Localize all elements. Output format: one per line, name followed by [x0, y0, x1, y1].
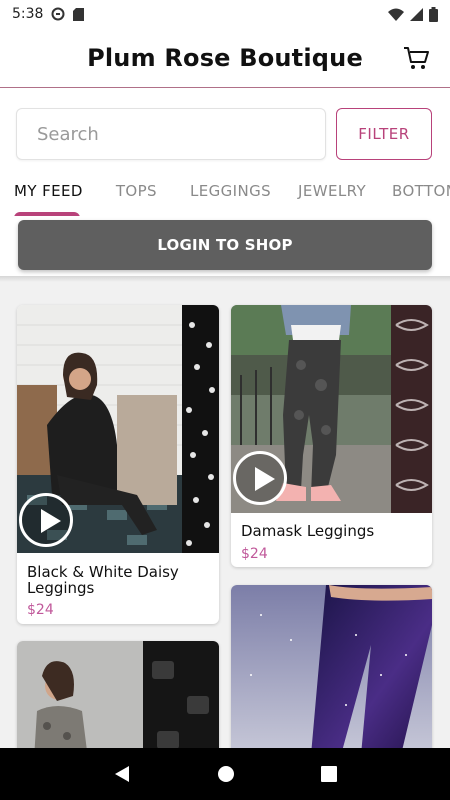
login-to-shop-button[interactable]: LOGIN TO SHOP	[18, 220, 432, 270]
signal-icon	[410, 7, 423, 21]
tab-my-feed[interactable]: MY FEED	[14, 176, 83, 216]
product-name: Damask Leggings	[241, 522, 375, 540]
search-input[interactable]	[16, 108, 326, 160]
product-card[interactable]: Damask Leggings $24	[231, 305, 432, 567]
recents-icon[interactable]	[321, 766, 337, 782]
product-price: $24	[241, 546, 268, 562]
tab-label: TOPS	[115, 182, 157, 200]
active-tab-indicator	[14, 212, 80, 216]
category-tabs: MY FEED TOPS LEGGINGS JEWELRY BOTTOM	[0, 176, 450, 216]
status-time: 5:38	[12, 6, 44, 22]
tab-bottoms[interactable]: BOTTOM	[392, 176, 450, 216]
store-title: Plum Rose Boutique	[87, 43, 363, 72]
play-video-icon[interactable]	[19, 493, 73, 547]
tab-leggings[interactable]: LEGGINGS	[190, 176, 271, 216]
product-card[interactable]: Black & White Daisy Leggings $24	[17, 305, 219, 624]
system-nav-bar	[0, 748, 450, 800]
product-card[interactable]	[231, 585, 432, 748]
sync-icon	[51, 7, 65, 21]
product-image	[231, 585, 432, 748]
app-header: Plum Rose Boutique	[0, 28, 450, 88]
battery-icon	[429, 6, 438, 22]
tab-label: MY FEED	[14, 182, 83, 200]
tab-tops[interactable]: TOPS	[116, 176, 157, 216]
tab-label: JEWELRY	[298, 182, 367, 200]
tab-label: LEGGINGS	[189, 182, 272, 200]
product-image	[17, 641, 219, 748]
product-price: $24	[27, 602, 54, 618]
product-name: Black & White Daisy Leggings	[27, 563, 179, 597]
search-row: FILTER	[16, 108, 434, 160]
sd-card-icon	[73, 7, 85, 21]
home-icon[interactable]	[217, 765, 235, 783]
wifi-icon	[388, 8, 404, 21]
status-bar: 5:38	[0, 0, 450, 28]
cart-icon[interactable]	[402, 44, 430, 72]
filter-button[interactable]: FILTER	[336, 108, 432, 160]
tab-jewelry[interactable]: JEWELRY	[298, 176, 366, 216]
product-feed: Black & White Daisy Leggings $24 Damask …	[0, 276, 450, 748]
play-video-icon[interactable]	[233, 451, 287, 505]
tab-label: BOTTOM	[392, 182, 450, 200]
product-image	[17, 305, 219, 553]
product-image	[231, 305, 432, 513]
back-icon[interactable]	[113, 765, 131, 783]
product-card[interactable]	[17, 641, 219, 748]
